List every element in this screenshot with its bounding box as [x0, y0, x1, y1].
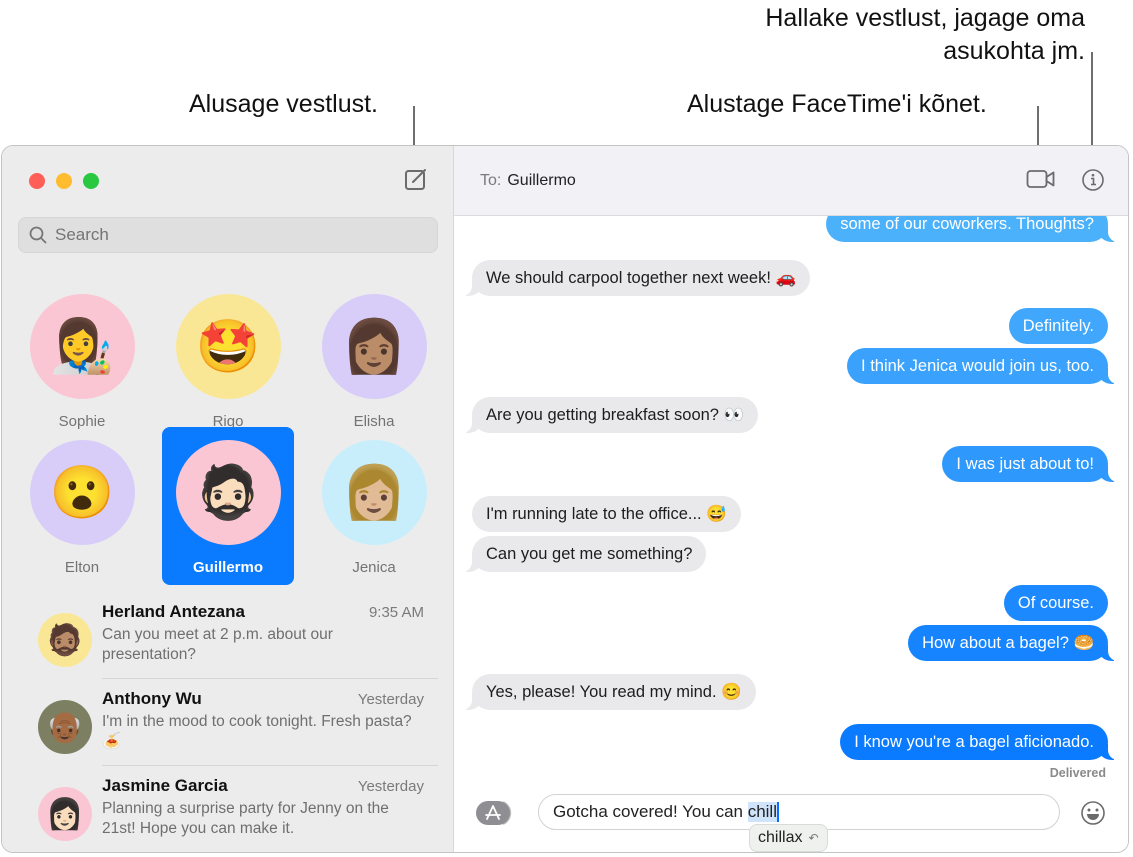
- search-icon: [29, 226, 47, 244]
- sidebar: Search 👩‍🎨 Sophie 🤩 Rigo 👩🏽 Elisha 😮 Elton 🧔🏻 Gui…: [2, 146, 454, 852]
- pinned-contact-name: Elton: [64, 559, 100, 576]
- emoji-button[interactable]: [1080, 800, 1106, 826]
- details-button[interactable]: [1081, 168, 1105, 197]
- contact-name: Herland Antezana: [102, 602, 245, 621]
- callout-details-1: Hallake vestlust, jagage oma: [765, 4, 1085, 32]
- timestamp: Yesterday: [357, 778, 424, 795]
- contact-name: Anthony Wu: [102, 689, 202, 708]
- messages-window: Search 👩‍🎨 Sophie 🤩 Rigo 👩🏽 Elisha 😮 Elton 🧔🏻 Gui…: [1, 145, 1129, 853]
- avatar: 👴🏾: [38, 700, 92, 754]
- pinned-contact-elton[interactable]: 😮 Elton: [16, 427, 148, 585]
- incoming-message[interactable]: Yes, please! You read my mind. 😊: [460, 674, 756, 710]
- message-preview: Planning a surprise party for Jenny on t…: [102, 800, 389, 837]
- facetime-button[interactable]: [1026, 168, 1056, 195]
- avatar: 😮: [29, 440, 135, 545]
- pinned-contact-elisha[interactable]: 👩🏽 Elisha: [308, 281, 440, 439]
- suggestion-text: chillax: [758, 829, 803, 846]
- avatar: 🧔🏻: [175, 440, 281, 545]
- compose-icon: [405, 169, 426, 190]
- autocorrect-suggestion[interactable]: chillax ↶: [749, 824, 828, 852]
- video-camera-icon: [1026, 170, 1055, 188]
- outgoing-message[interactable]: How about a bagel? 🥯: [908, 625, 1120, 661]
- message-preview: I'm in the mood to cook tonight. Fresh p…: [102, 713, 412, 750]
- message-preview: Can you meet at 2 p.m. about our present…: [102, 626, 333, 663]
- pinned-contact-jenica[interactable]: 👩🏼 Jenica: [308, 427, 440, 585]
- outgoing-message[interactable]: I was just about to!: [942, 446, 1120, 482]
- pinned-contact-name: Guillermo: [192, 559, 263, 576]
- to-label: To:: [480, 171, 502, 189]
- avatar: 👩🏽: [321, 294, 427, 399]
- outgoing-message[interactable]: I know you're a bagel aficionado.: [840, 724, 1120, 760]
- app-store-icon: [476, 801, 512, 825]
- conversation-item[interactable]: 👩🏻 Jasmine Garcia Yesterday Planning a surp…: [38, 772, 438, 852]
- pinned-contact-guillermo[interactable]: 🧔🏻 Guillermo: [162, 427, 294, 585]
- incoming-message[interactable]: Are you getting breakfast soon? 👀: [459, 397, 759, 433]
- chat-pane: To: Guillermo some of our coworkers. Tho…: [454, 146, 1128, 852]
- callout-new-conversation: Alusage vestlust.: [189, 90, 378, 118]
- avatar: 👩🏻: [38, 787, 92, 841]
- recipient-name[interactable]: Guillermo: [507, 172, 575, 190]
- divider: [102, 678, 438, 679]
- text-caret: [777, 802, 779, 822]
- apps-button[interactable]: [476, 800, 516, 826]
- minimize-button[interactable]: [56, 173, 72, 189]
- conversation-item[interactable]: 🧔🏽 Herland Antezana 9:35 AM Can you meet at…: [38, 598, 438, 685]
- search-placeholder: Search: [55, 225, 109, 244]
- incoming-message[interactable]: We should carpool together next week! 🚗: [459, 260, 811, 296]
- contact-name: Jasmine Garcia: [102, 776, 228, 795]
- close-button[interactable]: [29, 173, 45, 189]
- selected-word: chill: [747, 802, 777, 822]
- avatar: 🧔🏽: [38, 613, 92, 667]
- outgoing-message[interactable]: Definitely.: [1008, 308, 1108, 344]
- incoming-message[interactable]: I'm running late to the office... 😅: [472, 496, 741, 532]
- delivery-status: Delivered: [1049, 766, 1106, 780]
- outgoing-message[interactable]: Of course.: [1003, 585, 1108, 621]
- avatar: 👩‍🎨: [29, 294, 135, 399]
- outgoing-message[interactable]: I think Jenica would join us, too.: [847, 348, 1120, 384]
- smiley-icon: [1081, 801, 1105, 825]
- avatar: 🤩: [175, 294, 281, 399]
- pinned-contact-sophie[interactable]: 👩‍🎨 Sophie: [16, 281, 148, 439]
- pinned-contact-name: Jenica: [352, 559, 396, 576]
- callout-facetime: Alustage FaceTime'i kõnet.: [687, 90, 987, 118]
- info-icon: [1082, 169, 1104, 191]
- callout-details-2: asukohta jm.: [943, 37, 1085, 65]
- search-input[interactable]: Search: [18, 217, 438, 253]
- zoom-button[interactable]: [83, 173, 99, 189]
- pinned-contact-rigo[interactable]: 🤩 Rigo: [162, 281, 294, 439]
- timestamp: 9:35 AM: [368, 604, 424, 621]
- conversation-item[interactable]: 👴🏾 Anthony Wu Yesterday I'm in the mood to …: [38, 685, 438, 772]
- avatar: 👩🏼: [321, 440, 427, 545]
- undo-icon: ↶: [808, 831, 819, 845]
- incoming-message[interactable]: Can you get me something?: [459, 536, 707, 572]
- message-text: Gotcha covered! You can: [553, 802, 748, 821]
- divider: [102, 765, 438, 766]
- chat-header: To: Guillermo: [454, 146, 1128, 216]
- compose-button[interactable]: [404, 167, 428, 191]
- timestamp: Yesterday: [357, 691, 424, 708]
